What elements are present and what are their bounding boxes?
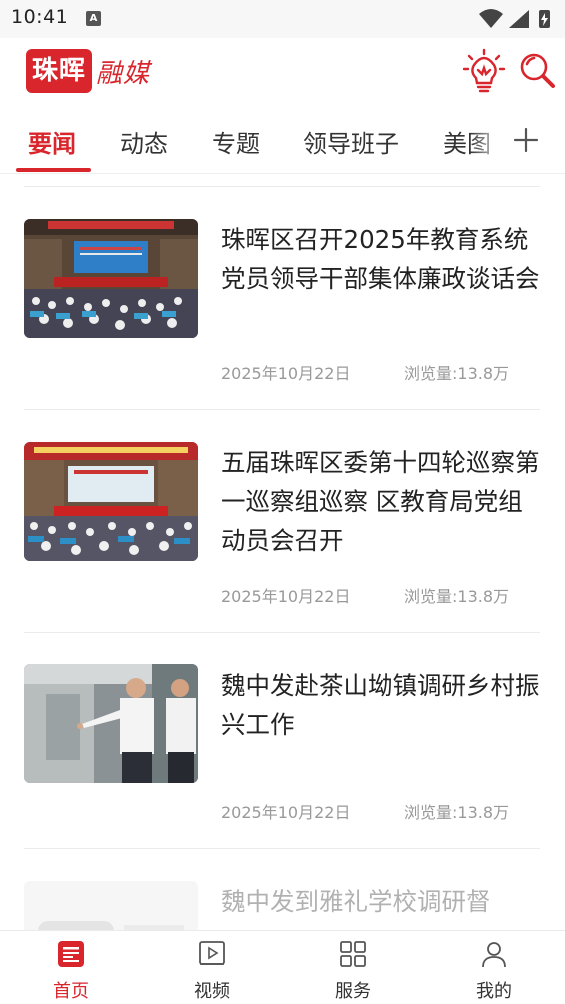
news-thumbnail <box>24 442 198 561</box>
news-feed[interactable]: 珠晖区召开2025年教育系统党员领导干部集体廉政谈话会 2025年10月22日 … <box>0 174 565 930</box>
tab-yaowen[interactable]: 要闻 <box>28 124 76 159</box>
bottom-nav: 首页 视频 服务 我的 <box>0 930 565 1004</box>
status-icons <box>479 9 550 28</box>
nav-home[interactable]: 首页 <box>31 937 111 1002</box>
notification-icon: A <box>86 11 101 26</box>
news-thumbnail <box>24 664 198 783</box>
news-views: 浏览量:13.8万 <box>404 364 510 383</box>
news-views: 浏览量:13.8万 <box>404 803 510 822</box>
news-thumbnail <box>24 881 198 930</box>
news-title[interactable]: 五届珠晖区委第十四轮巡察第一巡察组巡察 区教育局党组动员会召开 <box>221 443 547 560</box>
wifi-icon <box>479 9 503 28</box>
tab-dongtai[interactable]: 动态 <box>120 124 168 159</box>
status-time: 10:41 <box>11 6 69 28</box>
search-icon[interactable] <box>516 50 558 92</box>
plus-icon[interactable] <box>508 122 544 158</box>
tab-zhuanti[interactable]: 专题 <box>212 124 260 159</box>
news-title[interactable]: 魏中发到雅礼学校调研督 <box>221 882 547 921</box>
logo-box: 珠晖 <box>26 49 93 93</box>
news-date: 2025年10月22日 <box>221 587 351 606</box>
logo-text: 融媒 <box>96 58 151 89</box>
video-icon <box>199 941 225 965</box>
user-icon <box>482 942 506 968</box>
news-title[interactable]: 魏中发赴茶山坳镇调研乡村振兴工作 <box>221 666 547 744</box>
news-date: 2025年10月22日 <box>221 803 351 822</box>
news-thumbnail <box>24 219 198 338</box>
list-divider <box>24 409 540 410</box>
channel-tabs: 要闻 动态 专题 领导班子 美图 <box>0 108 565 174</box>
active-tab-indicator <box>16 168 91 172</box>
app-header: 珠晖 融媒 <box>0 38 565 108</box>
list-divider <box>24 632 540 633</box>
news-title[interactable]: 珠晖区召开2025年教育系统党员领导干部集体廉政谈话会 <box>221 220 547 298</box>
nav-label: 首页 <box>53 981 89 1002</box>
home-icon <box>58 941 84 967</box>
news-views: 浏览量:13.8万 <box>404 587 510 606</box>
tab-fade <box>470 108 506 172</box>
grid-icon <box>340 941 366 967</box>
status-bar: 10:41 A <box>0 0 565 38</box>
nav-services[interactable]: 服务 <box>313 937 393 1002</box>
tab-leadership[interactable]: 领导班子 <box>303 124 399 159</box>
nav-profile[interactable]: 我的 <box>454 937 534 1002</box>
list-divider <box>24 186 540 187</box>
news-date: 2025年10月22日 <box>221 364 351 383</box>
nav-label: 视频 <box>194 981 230 1002</box>
signal-icon <box>509 10 529 28</box>
nav-video[interactable]: 视频 <box>172 937 252 1002</box>
list-divider <box>24 848 540 849</box>
app-logo[interactable]: 珠晖 融媒 <box>26 48 150 94</box>
nav-label: 我的 <box>476 981 512 1002</box>
nav-label: 服务 <box>335 981 371 1002</box>
lightbulb-icon[interactable] <box>461 48 507 94</box>
